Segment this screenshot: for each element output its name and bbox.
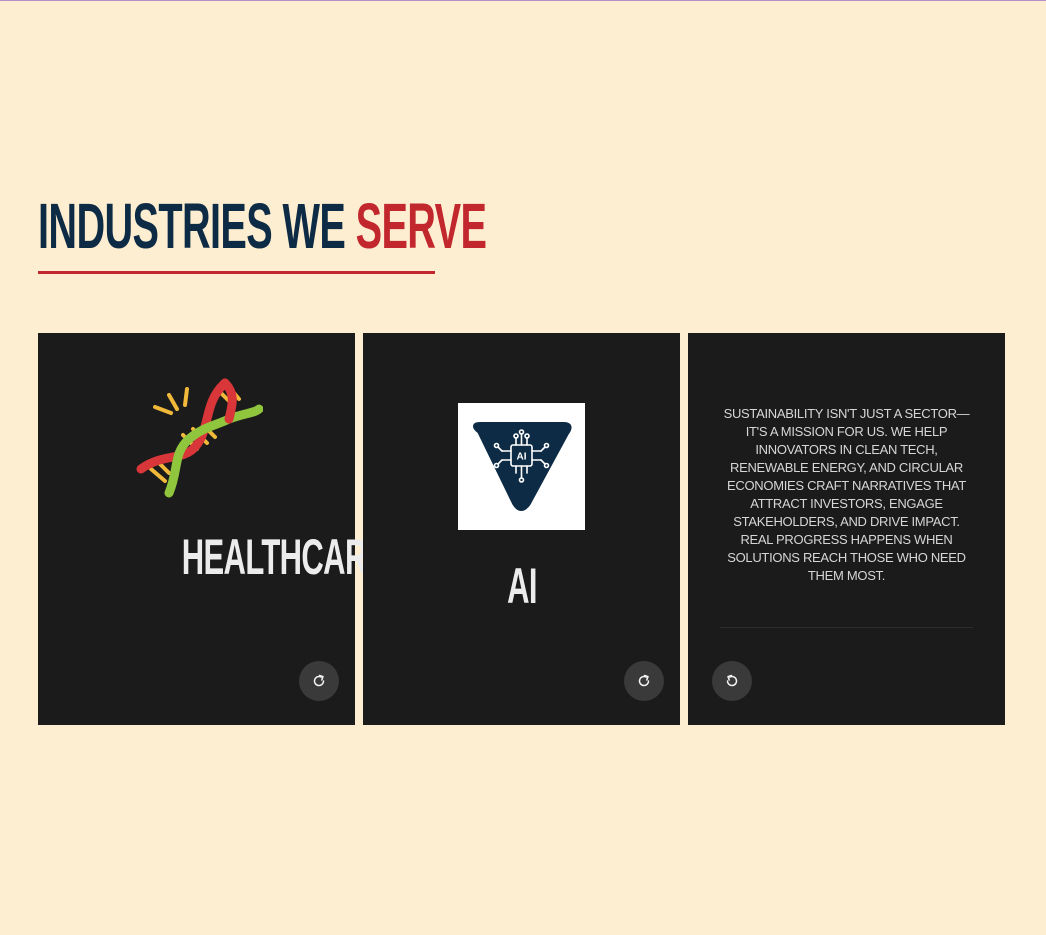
dna-icon xyxy=(136,378,263,498)
ai-chip-label: AI xyxy=(517,452,527,463)
flip-back-icon xyxy=(726,674,738,687)
card-description: SUSTAINABILITY ISN'T JUST A SECTOR— IT'S… xyxy=(723,406,970,583)
card-title: HEALTHCARE & LIFE SCIENCES xyxy=(181,529,652,585)
section-title: INDUSTRIES WE SERVE xyxy=(38,190,487,262)
flip-card-button[interactable] xyxy=(299,661,339,701)
card-divider xyxy=(720,627,973,628)
flip-forward-icon xyxy=(313,674,325,687)
section-title-main: INDUSTRIES WE xyxy=(38,190,356,262)
flip-forward-icon xyxy=(638,674,650,687)
section-title-accent: SERVE xyxy=(355,190,487,262)
flip-card-button[interactable] xyxy=(624,661,664,701)
title-underline xyxy=(38,271,435,274)
ai-logo: AI xyxy=(458,403,585,530)
flip-back-button[interactable] xyxy=(712,661,752,701)
ai-chip-icon: AI xyxy=(473,422,572,511)
industry-card-healthcare[interactable]: HEALTHCARE & LIFE SCIENCES xyxy=(38,333,652,725)
card-title: AI xyxy=(506,558,537,614)
industry-card-ai[interactable]: AI AI xyxy=(363,333,680,725)
industry-card-sustainability[interactable]: SUSTAINABILITY ISN'T JUST A SECTOR— IT'S… xyxy=(688,333,1005,725)
